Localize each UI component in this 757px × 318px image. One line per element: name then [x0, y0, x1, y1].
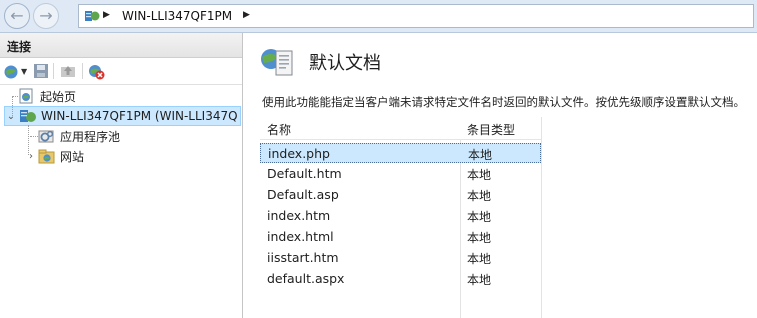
document-name: iisstart.htm — [267, 250, 339, 265]
folder-up-icon — [61, 66, 75, 77]
address-bar[interactable]: ▶ WIN-LLI347QF1PM ▶ — [78, 4, 754, 28]
list-row[interactable]: Default.htm 本地 — [260, 164, 541, 184]
entry-type: 本地 — [467, 273, 492, 287]
default-documents-list: 名称 条目类型 index.php 本地 Default.htm 本地 Defa… — [260, 117, 757, 318]
back-arrow-icon: ← — [10, 6, 24, 25]
tree-item-label: 起始页 — [40, 89, 77, 104]
connections-title: 连接 — [7, 40, 32, 54]
column-header-name[interactable]: 名称 — [267, 121, 291, 138]
breadcrumb-separator-icon[interactable]: ▶ — [103, 10, 110, 20]
connections-toolbar: ▼ — [0, 58, 242, 85]
list-header: 名称 条目类型 — [260, 117, 541, 140]
forward-button[interactable]: → — [33, 3, 59, 29]
tree-item-label: 应用程序池 — [60, 129, 121, 144]
disconnect-icon — [89, 64, 105, 79]
forward-arrow-icon: → — [39, 6, 53, 25]
document-name: default.aspx — [267, 271, 345, 286]
tree-item-app-pools[interactable]: 应用程序池 — [30, 126, 121, 146]
save-icon — [34, 64, 48, 78]
entry-type: 本地 — [467, 189, 492, 203]
entry-type: 本地 — [467, 210, 492, 224]
page-title: 默认文档 — [309, 53, 381, 74]
entry-type: 本地 — [467, 252, 492, 266]
entry-type: 本地 — [467, 231, 492, 245]
app-pool-icon — [38, 130, 54, 143]
globe-icon — [4, 65, 18, 78]
server-icon — [20, 110, 36, 122]
tree-item-sites[interactable]: › 网站 — [26, 146, 84, 166]
breadcrumb-server[interactable]: WIN-LLI347QF1PM — [122, 9, 232, 23]
list-row[interactable]: iisstart.htm 本地 — [260, 248, 541, 268]
column-header-type[interactable]: 条目类型 — [467, 121, 515, 138]
delete-connection-button[interactable] — [88, 62, 105, 80]
back-button[interactable]: ← — [4, 3, 30, 29]
list-row[interactable]: index.html 本地 — [260, 227, 541, 247]
dropdown-arrow-icon: ▼ — [21, 66, 28, 76]
default-document-icon — [261, 49, 293, 76]
feature-content: 默认文档 使用此功能能指定当客户端未请求特定文件名时返回的默认文件。按优先级顺序… — [248, 33, 757, 318]
entry-type: 本地 — [467, 168, 492, 182]
start-page-icon — [19, 88, 33, 104]
server-icon — [85, 11, 100, 21]
tree-item-start-page[interactable]: 起始页 — [12, 86, 77, 106]
list-row[interactable]: index.htm 本地 — [260, 206, 541, 226]
document-name: Default.htm — [267, 166, 342, 181]
collapse-arrow-icon[interactable]: ⌄ — [5, 111, 17, 122]
save-connections-button[interactable] — [33, 62, 49, 80]
up-level-button[interactable] — [60, 62, 76, 80]
entry-type: 本地 — [468, 148, 493, 162]
create-connection-button[interactable]: ▼ — [3, 62, 27, 80]
connections-pane: 连接 ▼ 起始页 ⌄ WIN-LLI347QF1PM (WIN-LLI347Q … — [0, 33, 243, 318]
list-row[interactable]: default.aspx 本地 — [260, 269, 541, 289]
list-row[interactable]: Default.asp 本地 — [260, 185, 541, 205]
breadcrumb-separator-icon[interactable]: ▶ — [243, 10, 250, 20]
document-name: index.htm — [267, 208, 331, 223]
list-row[interactable]: index.php 本地 — [260, 143, 541, 163]
document-name: Default.asp — [267, 187, 339, 202]
document-name: index.html — [267, 229, 334, 244]
connections-header: 连接 — [0, 33, 242, 58]
tree-item-label: WIN-LLI347QF1PM (WIN-LLI347Q — [41, 109, 238, 123]
tree-item-server[interactable]: ⌄ WIN-LLI347QF1PM (WIN-LLI347Q — [4, 106, 241, 126]
feature-description: 使用此功能能指定当客户端未请求特定文件名时返回的默认文件。按优先级顺序设置默认文… — [262, 95, 745, 109]
navigation-bar: ← → ▶ WIN-LLI347QF1PM ▶ — [0, 0, 757, 33]
sites-folder-icon — [38, 149, 55, 164]
document-name: index.php — [268, 146, 330, 161]
tree-item-label: 网站 — [60, 149, 85, 164]
